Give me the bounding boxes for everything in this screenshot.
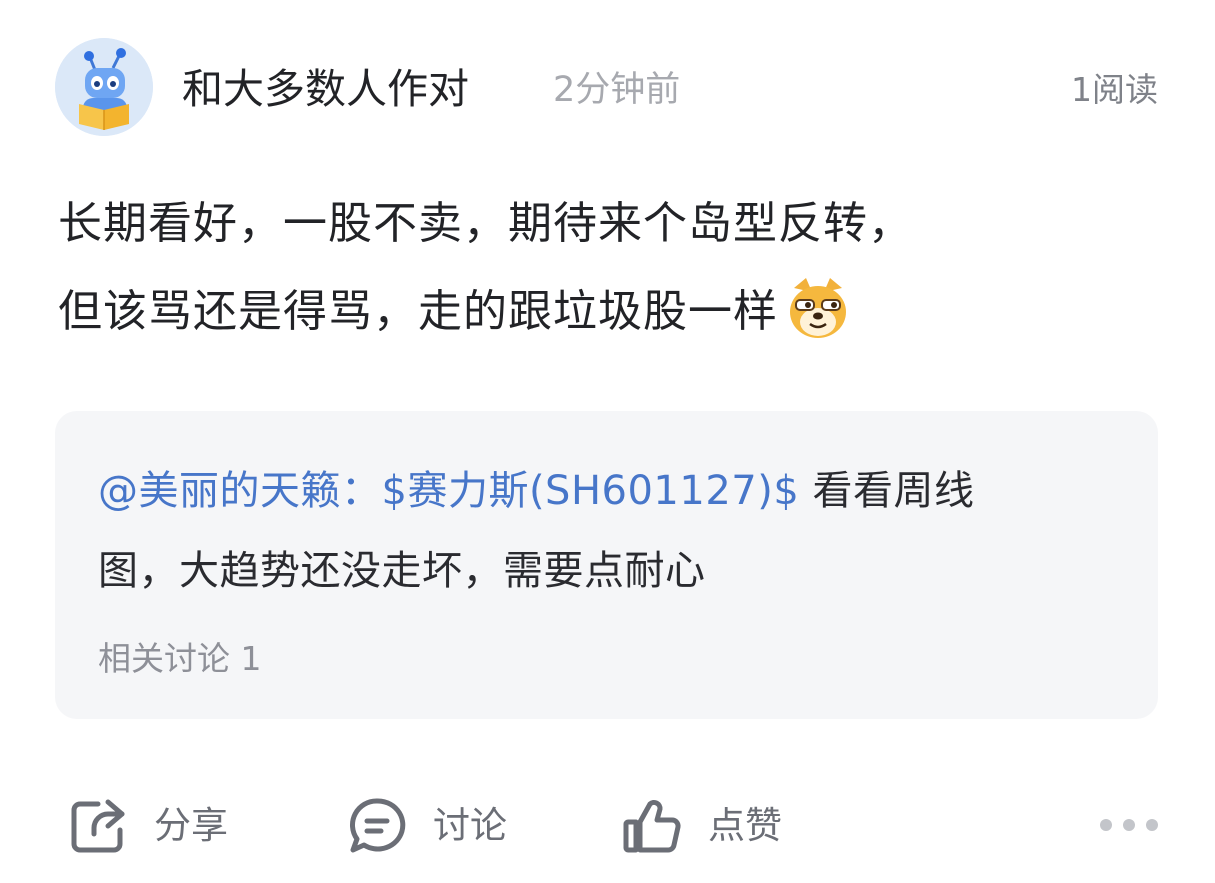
thumbs-up-icon xyxy=(623,800,681,853)
quoted-text-1: 看看周线 xyxy=(799,468,975,514)
quoted-post-card[interactable]: @美丽的天籁：$赛力斯(SH601127)$ 看看周线 图，大趋势还没走坏，需要… xyxy=(55,411,1158,719)
post-body: 长期看好，一股不卖，期待来个岛型反转， 但该骂还是得骂，走的跟垃圾股一样 xyxy=(58,180,1168,356)
more-dot-icon xyxy=(1123,819,1135,831)
comment-label: 讨论 xyxy=(433,804,507,847)
share-button[interactable]: 分享 xyxy=(68,795,228,857)
quoted-text-2: 图，大趋势还没走坏，需要点耐心 xyxy=(98,548,706,594)
like-button[interactable]: 点赞 xyxy=(622,795,782,857)
more-dot-icon xyxy=(1100,819,1112,831)
author-name[interactable]: 和大多数人作对 xyxy=(182,60,469,118)
doge-emoji-icon xyxy=(784,274,852,342)
more-dot-icon xyxy=(1146,819,1158,831)
share-label: 分享 xyxy=(154,804,228,847)
robot-avatar-icon xyxy=(55,38,153,136)
post-time: 2分钟前 xyxy=(553,70,681,110)
post-card: 和大多数人作对 2分钟前 1阅读 长期看好，一股不卖，期待来个岛型反转， 但该骂… xyxy=(0,0,1215,883)
mention-link[interactable]: @美丽的天籁： xyxy=(98,468,382,514)
comment-button[interactable]: 讨论 xyxy=(347,795,507,857)
read-count: 1阅读 xyxy=(1071,70,1158,109)
more-options-button[interactable] xyxy=(1100,815,1158,835)
comment-bubble-icon xyxy=(349,798,406,853)
like-label: 点赞 xyxy=(708,804,782,847)
post-body-line-2: 但该骂还是得骂，走的跟垃圾股一样 xyxy=(58,268,1168,356)
stock-tag-link[interactable]: $赛力斯(SH601127)$ xyxy=(382,468,800,514)
avatar[interactable] xyxy=(55,38,153,136)
post-body-line-2-text: 但该骂还是得骂，走的跟垃圾股一样 xyxy=(58,286,778,337)
share-icon xyxy=(71,799,125,853)
related-discussions-link[interactable]: 相关讨论 1 xyxy=(98,634,262,684)
post-body-line-1: 长期看好，一股不卖，期待来个岛型反转， xyxy=(58,198,913,249)
quoted-post-text: @美丽的天籁：$赛力斯(SH601127)$ 看看周线 图，大趋势还没走坏，需要… xyxy=(98,451,1128,611)
